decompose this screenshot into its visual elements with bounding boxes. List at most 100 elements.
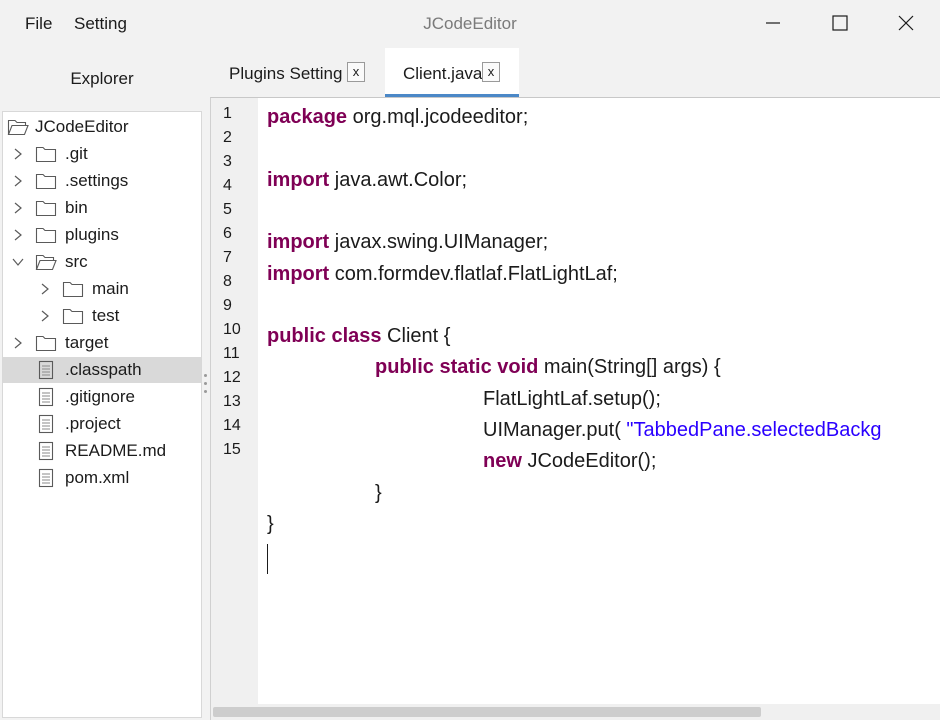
tree-item-label: plugins xyxy=(65,225,119,244)
keyword-token: import xyxy=(267,168,330,191)
minimize-button[interactable] xyxy=(758,8,788,38)
code-line: import javax.swing.UIManager; xyxy=(267,231,548,261)
tree-item-target[interactable]: target xyxy=(3,330,201,356)
keyword-token: import xyxy=(267,262,330,285)
code-line: import com.formdev.flatlaf.FlatLightLaf; xyxy=(267,263,618,293)
maximize-icon xyxy=(832,15,848,31)
code-line: } xyxy=(375,482,382,512)
folder-icon xyxy=(62,279,84,299)
string-token: "TabbedPane.selectedBackg xyxy=(626,419,882,441)
tree-item-label: JCodeEditor xyxy=(35,117,129,136)
tab-close-button[interactable]: x xyxy=(347,62,365,82)
tree-item-plugins[interactable]: plugins xyxy=(3,222,201,248)
code-token: } xyxy=(267,512,274,535)
line-number: 11 xyxy=(223,345,240,362)
code-line: new JCodeEditor(); xyxy=(483,450,656,480)
tree-item-test[interactable]: test xyxy=(3,303,201,329)
file-tree[interactable]: JCodeEditor .git .settings bin plugins src mai… xyxy=(2,111,202,718)
folder-open-icon xyxy=(35,252,57,272)
tree-item-src[interactable]: src xyxy=(3,249,201,275)
line-number: 15 xyxy=(223,441,241,458)
tree-item-label: README.md xyxy=(65,441,167,460)
tab-label: Client.java xyxy=(403,64,483,83)
line-number: 4 xyxy=(223,177,232,194)
code-line: public static void main(String[] args) { xyxy=(375,356,721,386)
close-window-button[interactable] xyxy=(891,8,921,38)
maximize-button[interactable] xyxy=(825,8,855,38)
code-token: FlatLightLaf.setup(); xyxy=(483,387,661,410)
file-icon xyxy=(35,441,57,461)
tree-item-label: pom.xml xyxy=(65,468,130,487)
chevron-right-icon[interactable] xyxy=(11,147,25,161)
keyword-token: package xyxy=(267,106,348,128)
tree-item-label: test xyxy=(92,306,120,325)
code-line: import java.awt.Color; xyxy=(267,169,467,199)
title-bar: File Setting JCodeEditor xyxy=(0,0,940,48)
tree-item-label: .settings xyxy=(65,171,129,190)
tab-client-java[interactable]: Client.java x xyxy=(385,48,519,97)
file-icon xyxy=(35,387,57,407)
tree-item-settings[interactable]: .settings xyxy=(3,168,201,194)
keyword-token: public static void xyxy=(375,356,539,379)
line-number: 10 xyxy=(223,321,241,338)
chevron-down-icon[interactable] xyxy=(11,255,25,269)
file-icon xyxy=(35,468,57,488)
chevron-right-icon[interactable] xyxy=(11,201,25,215)
tree-item-label: main xyxy=(92,279,129,298)
tree-item-gitignore[interactable]: .gitignore xyxy=(3,384,201,410)
menu-file[interactable]: File xyxy=(25,14,52,34)
code-token: java.awt.Color; xyxy=(329,168,468,191)
tab-close-button[interactable]: x xyxy=(482,62,500,82)
code-token: main(String[] args) { xyxy=(538,356,721,379)
line-number-gutter: 1 2 3 4 5 6 7 8 9 10 11 12 13 14 15 xyxy=(211,98,258,720)
code-token: JCodeEditor(); xyxy=(521,450,657,473)
tree-item-project[interactable]: .project xyxy=(3,411,201,437)
chevron-right-icon[interactable] xyxy=(38,282,52,296)
menu-setting[interactable]: Setting xyxy=(74,14,127,34)
chevron-right-icon[interactable] xyxy=(11,228,25,242)
line-number: 9 xyxy=(223,297,232,314)
line-number: 2 xyxy=(223,129,232,146)
chevron-right-icon[interactable] xyxy=(11,174,25,188)
tree-item-pom-xml[interactable]: pom.xml xyxy=(3,465,201,491)
tab-plugins-setting[interactable]: Plugins Setting x xyxy=(212,48,382,97)
tree-item-jcodeeditor[interactable]: JCodeEditor xyxy=(3,114,201,140)
code-token: org.mql.jcodeeditor; xyxy=(347,106,529,128)
tree-item-label: .classpath xyxy=(65,360,142,379)
code-line: } xyxy=(267,513,274,543)
file-icon xyxy=(35,414,57,434)
code-editor[interactable]: 1 2 3 4 5 6 7 8 9 10 11 12 13 14 15 package org.mql.jc… xyxy=(210,97,940,720)
code-line: public class Client { xyxy=(267,325,450,355)
chevron-right-icon[interactable] xyxy=(11,336,25,350)
tree-item-label: .git xyxy=(65,144,88,163)
folder-open-icon xyxy=(7,117,29,137)
code-line: package org.mql.jcodeeditor; xyxy=(267,106,528,136)
splitter-handle[interactable] xyxy=(203,372,209,396)
line-number: 13 xyxy=(223,393,241,410)
tree-item-label: target xyxy=(65,333,109,352)
close-icon xyxy=(898,15,914,31)
code-line: FlatLightLaf.setup(); xyxy=(483,388,661,418)
code-token: javax.swing.UIManager; xyxy=(329,231,549,254)
line-number: 3 xyxy=(223,153,232,170)
tree-item-label: bin xyxy=(65,198,88,217)
chevron-right-icon[interactable] xyxy=(38,309,52,323)
code-token: UIManager.put( xyxy=(483,419,627,441)
tree-item-git[interactable]: .git xyxy=(3,141,201,167)
scrollbar-thumb[interactable] xyxy=(213,707,761,717)
horizontal-scrollbar[interactable] xyxy=(211,704,940,720)
tree-item-readme-md[interactable]: README.md xyxy=(3,438,201,464)
tree-item-classpath[interactable]: .classpath xyxy=(3,357,201,383)
tree-item-bin[interactable]: bin xyxy=(3,195,201,221)
folder-icon xyxy=(35,171,57,191)
tree-item-main[interactable]: main xyxy=(3,276,201,302)
folder-icon xyxy=(35,198,57,218)
folder-icon xyxy=(62,306,84,326)
line-number: 14 xyxy=(223,417,241,434)
code-token: } xyxy=(375,481,382,504)
line-number: 12 xyxy=(223,369,241,386)
line-number: 6 xyxy=(223,225,232,242)
keyword-token: public class xyxy=(267,325,382,348)
line-number: 7 xyxy=(223,249,232,266)
line-number: 1 xyxy=(223,105,232,122)
